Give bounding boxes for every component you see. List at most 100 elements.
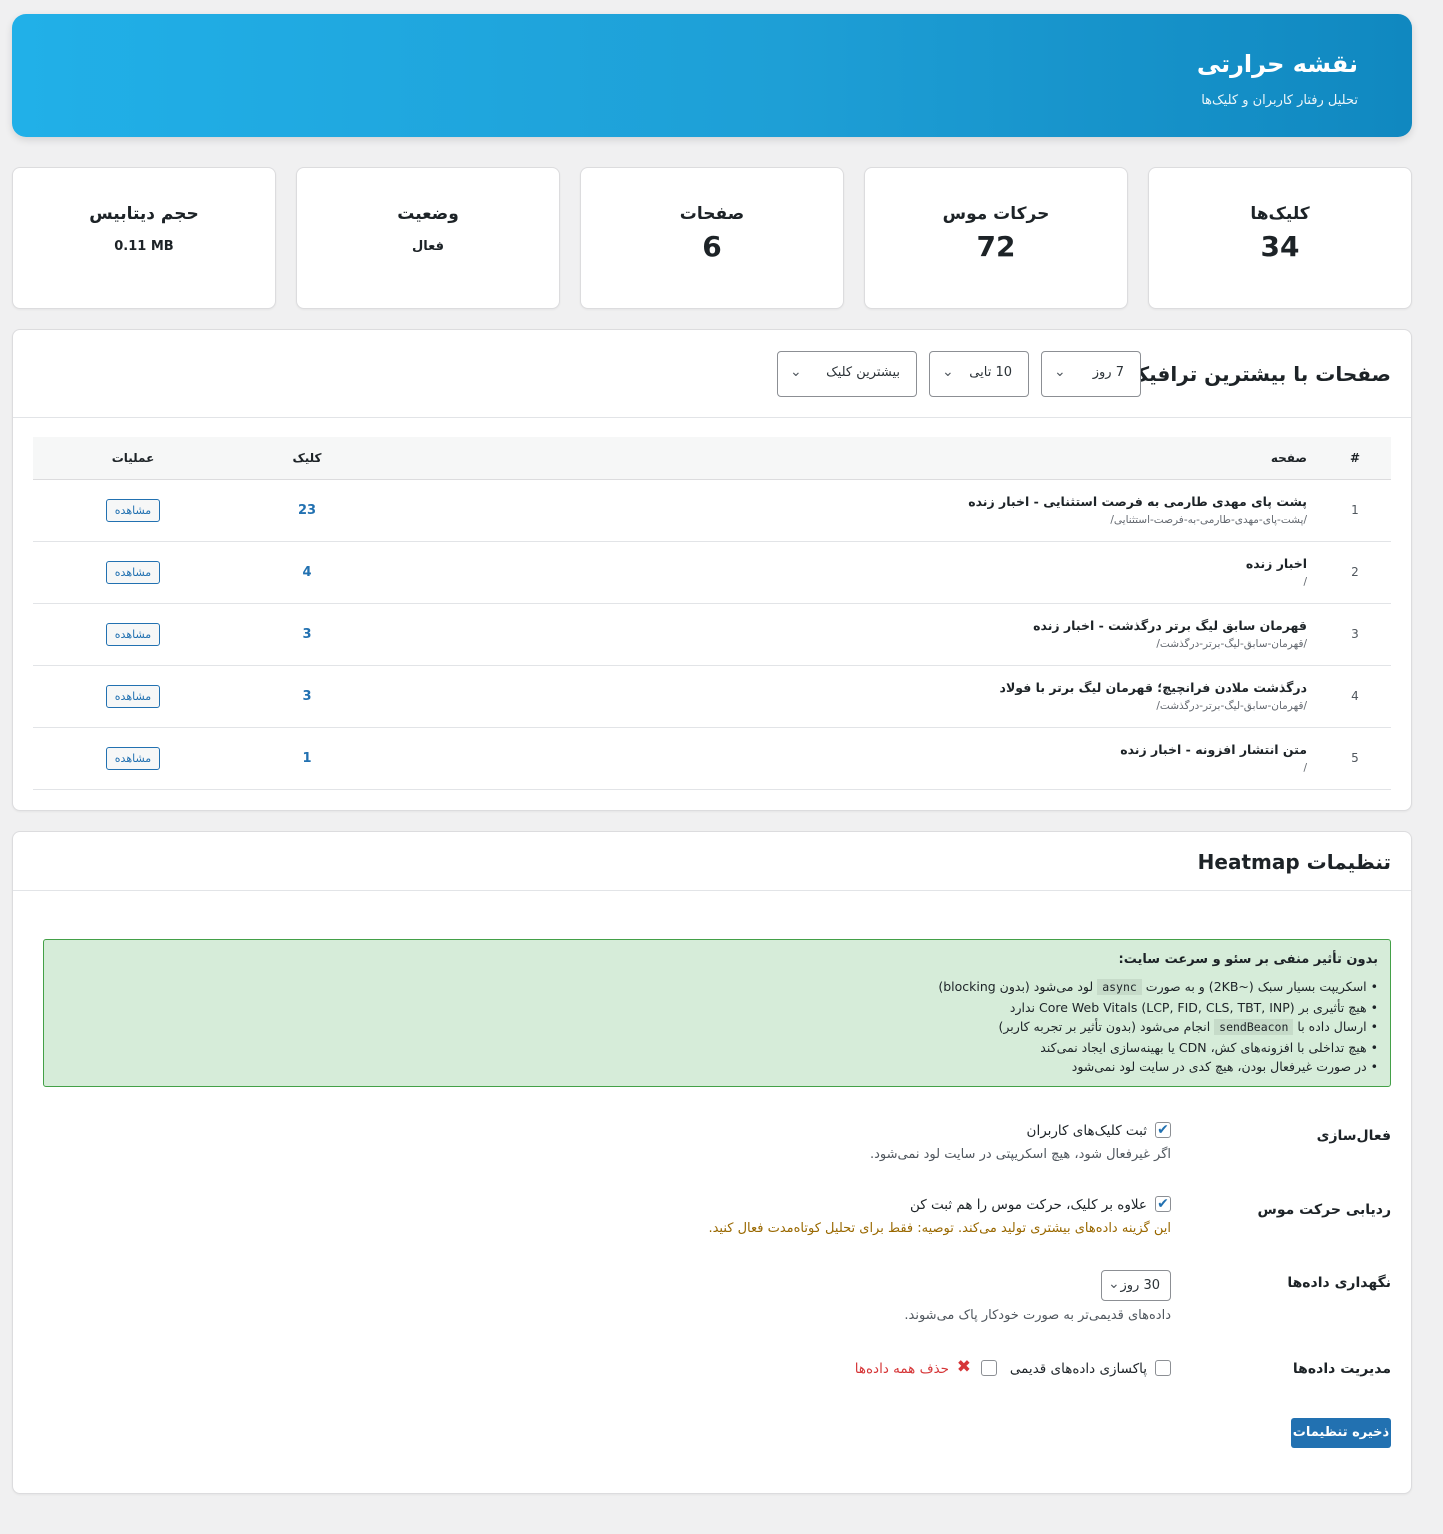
seo-notice: بدون تأثیر منفی بر سئو و سرعت سایت: • اس… xyxy=(43,939,1391,1087)
row-ops: مشاهده xyxy=(33,727,233,790)
stat-card-clicks: کلیک‌ها 34 xyxy=(1148,167,1412,309)
stat-value: فعال xyxy=(411,239,444,254)
notice-item: • هیچ تداخلی با افزونه‌های کش، CDN یا به… xyxy=(1040,1039,1378,1055)
limit-select[interactable]: 10 تایی ⌄ xyxy=(929,351,1029,397)
notice-code: async xyxy=(1097,979,1142,995)
stat-card-pages: صفحات 6 xyxy=(580,167,844,309)
page-title-text: اخبار زنده xyxy=(1245,556,1307,571)
notice-title: بدون تأثیر منفی بر سئو و سرعت سایت: xyxy=(1118,952,1378,967)
row-ops: مشاهده xyxy=(33,665,233,728)
page-title: نقشه حرارتی xyxy=(1196,50,1358,78)
table-row: 5 متن انتشار افزونه - اخبار زنده / 1 مشا… xyxy=(33,727,1391,790)
row-ops: مشاهده xyxy=(33,603,233,666)
page-title-text: متن انتشار افزونه - اخبار زنده xyxy=(1120,742,1307,757)
row-ops: مشاهده xyxy=(33,541,233,604)
row-page: قهرمان سابق لیگ برتر درگذشت - اخبار زنده… xyxy=(381,603,1319,666)
delete-all-checkbox[interactable] xyxy=(981,1360,997,1376)
stat-card-mouse-moves: حرکات موس 72 xyxy=(864,167,1128,309)
stat-label: کلیک‌ها xyxy=(1250,204,1310,224)
view-button[interactable]: مشاهده xyxy=(105,560,161,584)
table-row: 2 اخبار زنده / 4 مشاهده xyxy=(33,541,1391,604)
stat-value: 72 xyxy=(976,230,1016,263)
stat-label: صفحات xyxy=(679,204,745,224)
row-num: 2 xyxy=(1319,541,1391,604)
mouse-tracking-label: ردیابی حرکت موس xyxy=(1257,1202,1391,1218)
retention-select[interactable]: 30 روز ⌄ xyxy=(1101,1270,1171,1301)
table-header-row: # صفحه کلیک عملیات xyxy=(33,437,1391,480)
notice-text: • اسکریپت بسیار سبک (~2KB) و به صورت xyxy=(1145,979,1378,994)
settings-card: تنظیمات Heatmap بدون تأثیر منفی بر سئو و… xyxy=(12,831,1412,1494)
row-clicks: 1 xyxy=(233,727,381,790)
notice-item: • ارسال داده با sendBeacon انجام می‌شود … xyxy=(938,1017,1378,1038)
cleanup-checkbox[interactable] xyxy=(1155,1360,1171,1376)
col-page: صفحه xyxy=(381,437,1319,480)
sort-select[interactable]: بیشترین کلیک ⌄ xyxy=(777,351,917,397)
notice-code: sendBeacon xyxy=(1214,1019,1294,1035)
notice-item: • اسکریپت بسیار سبک (~2KB) و به صورت asy… xyxy=(938,977,1378,998)
stat-card-status: وضعیت فعال xyxy=(296,167,560,309)
row-page: درگذشت ملادن فرانچیچ؛ قهرمان لیگ برتر با… xyxy=(381,665,1319,728)
stat-label: حرکات موس xyxy=(942,204,1050,224)
page-header: نقشه حرارتی تحلیل رفتار کاربران و کلیک‌ه… xyxy=(12,14,1412,137)
notice-item: • در صورت غیرفعال بودن، هیچ کدی در سایت … xyxy=(1071,1059,1378,1074)
row-num: 1 xyxy=(1319,479,1391,542)
row-page: پشت پای مهدی طارمی به فرصت استثنایی - اخ… xyxy=(381,479,1319,542)
page-title-text: قهرمان سابق لیگ برتر درگذشت - اخبار زنده xyxy=(1033,618,1307,633)
activation-checkbox[interactable]: ✔ xyxy=(1155,1122,1171,1138)
mouse-tracking-checkbox-label: علاوه بر کلیک، حرکت موس را هم ثبت کن xyxy=(910,1197,1147,1213)
save-settings-button[interactable]: ذخیره تنظیمات xyxy=(1291,1418,1391,1448)
retention-label: نگهداری داده‌ها xyxy=(1287,1275,1391,1291)
click-count: 4 xyxy=(302,564,312,580)
delete-all-label: حذف همه داده‌ها xyxy=(854,1361,949,1377)
view-button[interactable]: مشاهده xyxy=(105,498,161,522)
data-management-label: مدیریت داده‌ها xyxy=(1292,1361,1391,1377)
mouse-tracking-checkbox[interactable]: ✔ xyxy=(1155,1196,1171,1212)
top-pages-title: صفحات با بیشترین ترافیک xyxy=(1128,362,1391,386)
chevron-down-icon: ⌄ xyxy=(1054,364,1066,380)
notice-text: • ارسال داده با xyxy=(1297,1019,1378,1034)
view-button[interactable]: مشاهده xyxy=(105,622,161,646)
stat-value: 6 xyxy=(702,230,722,263)
stat-label: وضعیت xyxy=(397,204,459,224)
row-num: 5 xyxy=(1319,727,1391,790)
view-button[interactable]: مشاهده xyxy=(105,684,161,708)
click-count: 1 xyxy=(302,750,312,766)
stats-row: کلیک‌ها 34 حرکات موس 72 صفحات 6 وضعیت فع… xyxy=(12,167,1412,309)
page-url: / xyxy=(1303,762,1307,774)
page-title-text: پشت پای مهدی طارمی به فرصت استثنایی - اخ… xyxy=(968,494,1307,509)
card-header: تنظیمات Heatmap xyxy=(13,832,1411,891)
col-ops: عملیات xyxy=(33,437,233,480)
period-select[interactable]: 7 روز ⌄ xyxy=(1041,351,1141,397)
page-url: /قهرمان-سابق-لیگ-برتر-درگذشت/ xyxy=(1156,638,1307,650)
settings-title: تنظیمات Heatmap xyxy=(1197,850,1391,874)
cleanup-checkbox-label: پاکسازی داده‌های قدیمی xyxy=(1009,1361,1147,1377)
row-clicks: 3 xyxy=(233,665,381,728)
top-pages-card: صفحات با بیشترین ترافیک 7 روز ⌄ 10 تایی … xyxy=(12,329,1412,811)
row-num: 3 xyxy=(1319,603,1391,666)
close-icon: ✖ xyxy=(956,1357,971,1377)
mouse-tracking-warning: این گزینه داده‌های بیشتری تولید می‌کند. … xyxy=(708,1221,1171,1236)
col-num: # xyxy=(1319,437,1391,480)
page-url: /پشت-پای-مهدی-طارمی-به-فرصت-استثنایی/ xyxy=(1110,514,1307,526)
stat-value: 0.11 MB xyxy=(114,239,174,254)
row-page: اخبار زنده / xyxy=(381,541,1319,604)
page-url: / xyxy=(1303,576,1307,588)
table-row: 3 قهرمان سابق لیگ برتر درگذشت - اخبار زن… xyxy=(33,603,1391,666)
retention-description: داده‌های قدیمی‌تر به صورت خودکار پاک می‌… xyxy=(904,1308,1171,1323)
click-count: 3 xyxy=(302,688,312,704)
row-num: 4 xyxy=(1319,665,1391,728)
row-clicks: 4 xyxy=(233,541,381,604)
page-title-text: درگذشت ملادن فرانچیچ؛ قهرمان لیگ برتر با… xyxy=(999,680,1307,695)
stat-value: 34 xyxy=(1260,230,1300,263)
page-url: /قهرمان-سابق-لیگ-برتر-درگذشت/ xyxy=(1156,700,1307,712)
notice-text: انجام می‌شود (بدون تأثیر بر تجربه کاربر) xyxy=(998,1019,1211,1034)
stat-label: حجم دیتابیس xyxy=(89,204,199,224)
chevron-down-icon: ⌄ xyxy=(1108,1276,1120,1292)
chevron-down-icon: ⌄ xyxy=(942,364,954,380)
card-header: صفحات با بیشترین ترافیک 7 روز ⌄ 10 تایی … xyxy=(13,330,1411,418)
view-button[interactable]: مشاهده xyxy=(105,746,161,770)
period-select-value: 7 روز xyxy=(1092,365,1124,380)
activation-label: فعال‌سازی xyxy=(1316,1128,1391,1144)
row-clicks: 23 xyxy=(233,479,381,542)
row-clicks: 3 xyxy=(233,603,381,666)
